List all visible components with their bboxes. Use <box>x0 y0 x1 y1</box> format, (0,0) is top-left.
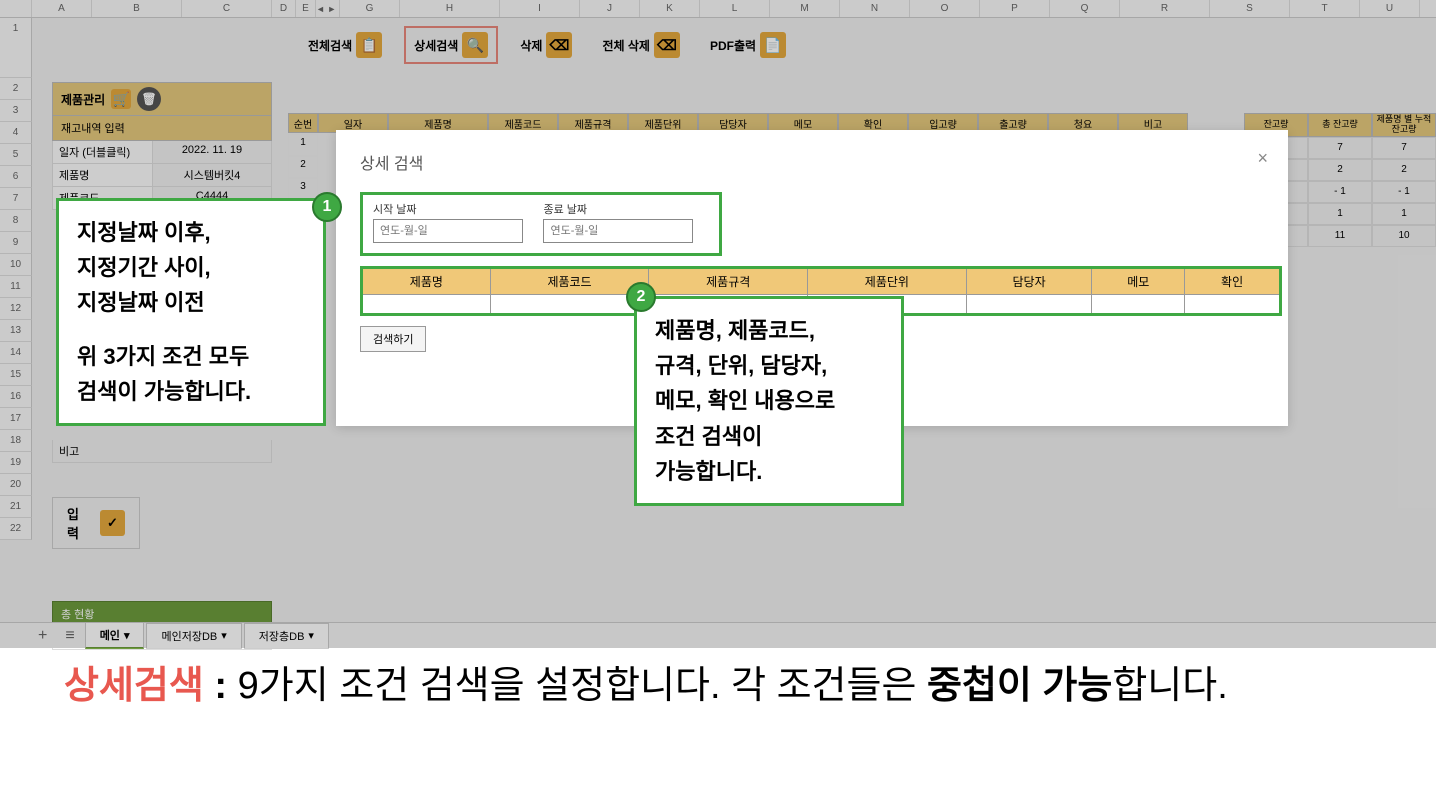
caption-colon: : <box>204 665 238 707</box>
annot1-line2: 지정기간 사이, <box>77 250 305 285</box>
do-search-button[interactable]: 검색하기 <box>360 326 426 352</box>
caption-part1: 9가지 조건 검색을 설정합니다. 각 조건들은 <box>238 665 927 707</box>
annotation-badge-2: 2 <box>626 282 656 312</box>
fh-manager: 담당자 <box>966 268 1092 295</box>
annot1-line1: 지정날짜 이후, <box>77 215 305 250</box>
end-date-input[interactable] <box>543 219 693 243</box>
fh-code: 제품코드 <box>490 268 649 295</box>
annotation-box-2: 제품명, 제품코드, 규격, 단위, 담당자, 메모, 확인 내용으로 조건 검… <box>634 296 904 506</box>
annotation-badge-1: 1 <box>312 192 342 222</box>
annot1-line5: 검색이 가능합니다. <box>77 374 305 409</box>
filter-name-input[interactable] <box>362 295 491 315</box>
fh-memo: 메모 <box>1092 268 1185 295</box>
annot1-line3: 지정날짜 이전 <box>77 285 305 320</box>
fh-unit: 제품단위 <box>808 268 967 295</box>
fh-confirm: 확인 <box>1185 268 1281 295</box>
start-date-input[interactable] <box>373 219 523 243</box>
annotation-box-1: 지정날짜 이후, 지정기간 사이, 지정날짜 이전 위 3가지 조건 모두 검색… <box>56 198 326 426</box>
caption: 상세검색 : 9가지 조건 검색을 설정합니다. 각 조건들은 중첩이 가능합니… <box>64 660 1376 713</box>
fh-spec: 제품규격 <box>649 268 808 295</box>
caption-bold: 중첩이 가능 <box>927 665 1112 707</box>
modal-title: 상세 검색 <box>360 150 1264 174</box>
start-date-label: 시작 날짜 <box>373 201 523 217</box>
date-range-box: 시작 날짜 종료 날짜 <box>360 192 722 256</box>
annot2-line1: 제품명, 제품코드, <box>655 313 883 348</box>
filter-manager-input[interactable] <box>966 295 1092 315</box>
modal-close-button[interactable]: × <box>1257 148 1268 169</box>
end-date-label: 종료 날짜 <box>543 201 693 217</box>
annot1-line4: 위 3가지 조건 모두 <box>77 339 305 374</box>
fh-name: 제품명 <box>362 268 491 295</box>
annot2-line4: 조건 검색이 <box>655 419 883 454</box>
caption-part2: 합니다. <box>1112 665 1227 707</box>
filter-memo-input[interactable] <box>1092 295 1185 315</box>
annot2-line2: 규격, 단위, 담당자, <box>655 348 883 383</box>
caption-keyword: 상세검색 <box>64 665 204 707</box>
annot2-line3: 메모, 확인 내용으로 <box>655 383 883 418</box>
filter-confirm-input[interactable] <box>1185 295 1281 315</box>
annot2-line5: 가능합니다. <box>655 454 883 489</box>
